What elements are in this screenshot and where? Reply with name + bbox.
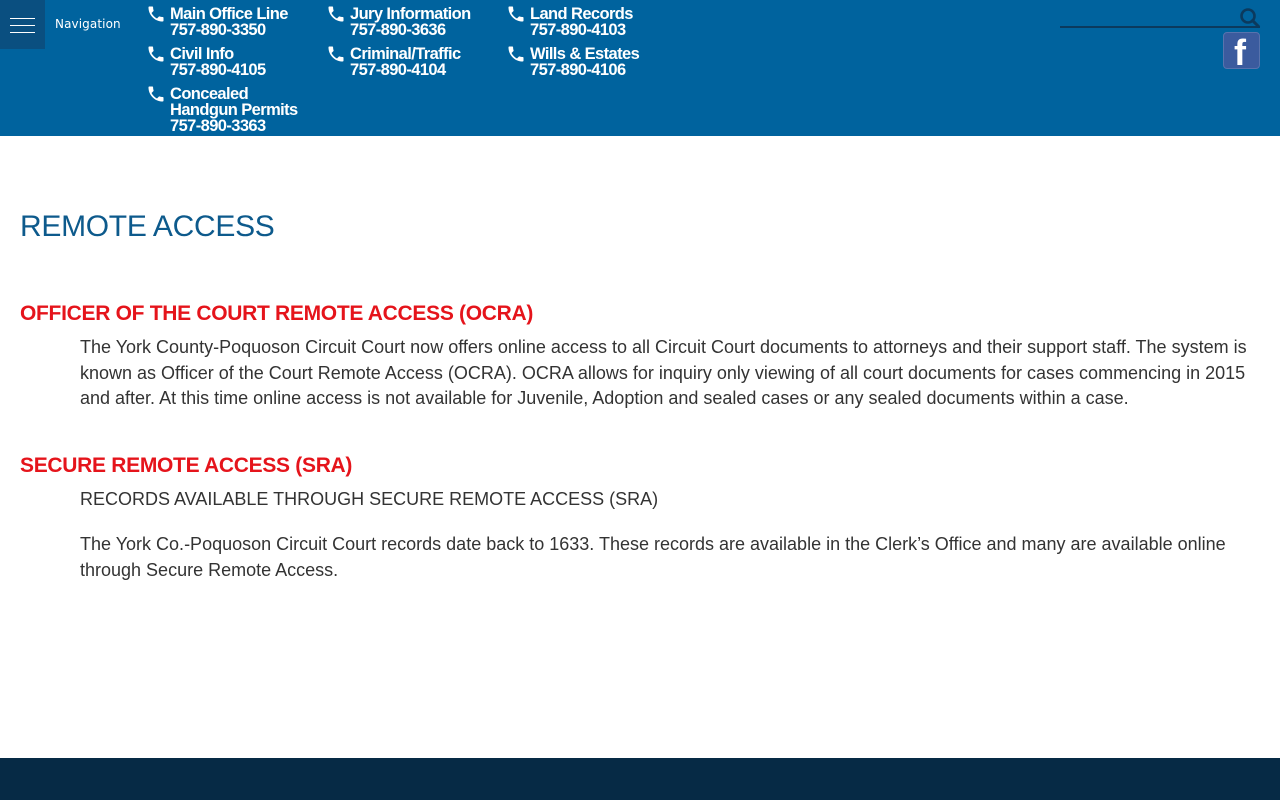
contact-phone: 757-890-3350 (170, 21, 266, 39)
contact-phone: 757-890-4106 (530, 61, 626, 79)
contact-label: Concealed (170, 85, 249, 103)
contact-phone: 757-890-4103 (530, 21, 626, 39)
contact-label: Criminal/Traffic (350, 45, 461, 63)
menu-bar (10, 32, 35, 33)
contact-label: Wills & Estates (530, 45, 640, 63)
phone-icon (506, 4, 526, 24)
phone-icon (146, 44, 166, 64)
section-heading-ocra: OFFICER OF THE COURT REMOTE ACCESS (OCRA… (20, 302, 534, 325)
contact-label: Jury Information (350, 5, 471, 23)
contact-label: Main Office Line (170, 5, 288, 23)
search-icon[interactable] (1239, 7, 1261, 29)
menu-bar (10, 18, 35, 19)
contact-land-records[interactable]: Land Records 757-890-4103 (508, 5, 633, 39)
page-title: REMOTE ACCESS (20, 210, 275, 243)
site-footer (0, 758, 1280, 800)
ocra-description: The York County-Poquoson Circuit Court n… (80, 337, 1247, 408)
contact-phone: 757-890-3363 (170, 117, 266, 135)
hamburger-menu-button[interactable] (0, 0, 45, 49)
phone-icon (146, 4, 166, 24)
phone-icon (506, 44, 526, 64)
facebook-icon[interactable]: f (1223, 32, 1260, 69)
contact-criminal-traffic[interactable]: Criminal/Traffic 757-890-4104 (328, 45, 461, 79)
section-heading-sra: SECURE REMOTE ACCESS (SRA) (20, 454, 353, 477)
phone-icon (326, 4, 346, 24)
contact-wills-estates[interactable]: Wills & Estates 757-890-4106 (508, 45, 640, 79)
contact-civil-info[interactable]: Civil Info 757-890-4105 (148, 45, 266, 79)
sra-description: The York Co.-Poquoson Circuit Court reco… (80, 534, 1226, 580)
contact-label: Handgun Permits (170, 101, 298, 119)
phone-icon (326, 44, 346, 64)
facebook-glyph: f (1234, 32, 1246, 69)
contact-concealed-handgun-permits[interactable]: Concealed Handgun Permits 757-890-3363 (148, 85, 298, 135)
contact-phone: 757-890-4105 (170, 61, 266, 79)
contact-phone: 757-890-4104 (350, 61, 446, 79)
search-input[interactable] (1060, 26, 1260, 28)
sra-subheading: RECORDS AVAILABLE THROUGH SECURE REMOTE … (80, 489, 659, 509)
contact-jury-information[interactable]: Jury Information 757-890-3636 (328, 5, 471, 39)
menu-bar (10, 25, 35, 26)
contact-phone: 757-890-3636 (350, 21, 446, 39)
contact-label: Civil Info (170, 45, 234, 63)
navigation-label[interactable]: Navigation (55, 17, 121, 31)
contact-label: Land Records (530, 5, 633, 23)
contact-main-office-line[interactable]: Main Office Line 757-890-3350 (148, 5, 288, 39)
site-header: Navigation Main Office Line 757-890-3350… (0, 0, 1280, 136)
phone-icon (146, 84, 166, 104)
